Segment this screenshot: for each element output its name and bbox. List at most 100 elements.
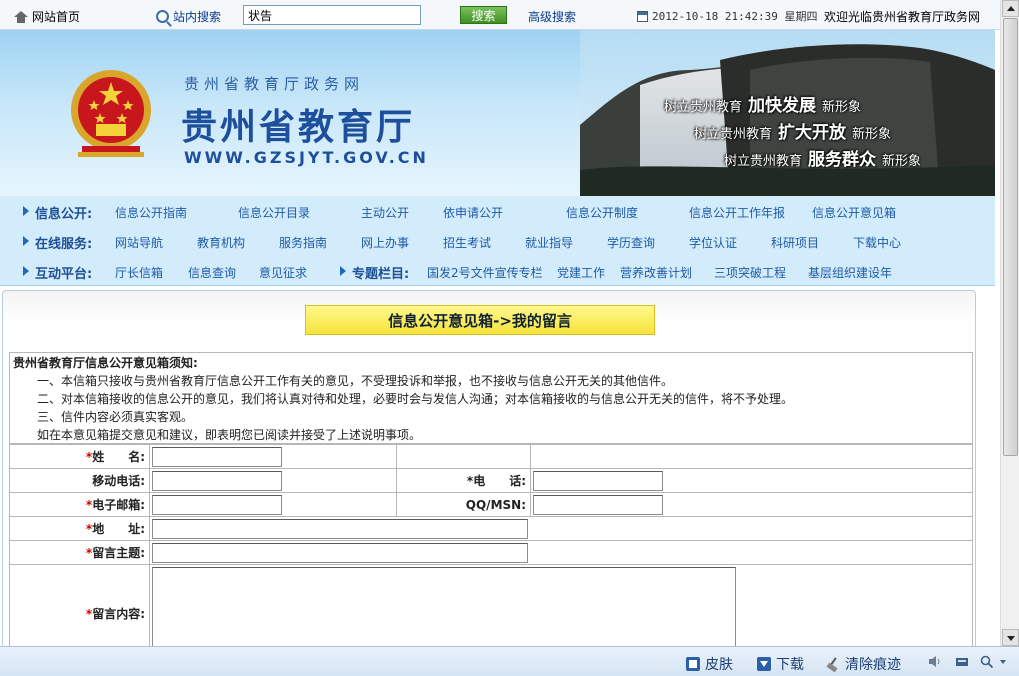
mobile-label: 移动电话:	[9, 468, 150, 493]
nav-link[interactable]: 网站导航	[115, 234, 163, 251]
nav-link[interactable]: 信息公开工作年报	[689, 204, 785, 221]
notice-box: 贵州省教育厅信息公开意见箱须知: 一、本信箱只接收与贵州省教育厅信息公开工作有关…	[9, 352, 973, 444]
speaker-icon[interactable]	[928, 655, 942, 668]
banner-subtitle: 贵州省教育厅政务网	[184, 75, 365, 93]
nav-link[interactable]: 厅长信箱	[115, 264, 163, 281]
main-content: 信息公开意见箱->我的留言 贵州省教育厅信息公开意见箱须知: 一、本信箱只接收与…	[0, 286, 1000, 663]
banner-title: 贵州省教育厅	[181, 106, 416, 148]
qq-field[interactable]	[533, 494, 663, 515]
skin-label: 皮肤	[705, 657, 733, 673]
nav-link[interactable]: 网上办事	[361, 234, 409, 251]
scroll-thumb[interactable]	[1003, 18, 1018, 456]
content-textarea[interactable]	[152, 567, 736, 649]
nav-row-online-service: 在线服务: 网站导航 教育机构 服务指南 网上办事 招生考试 就业指导 学历查询…	[0, 226, 995, 256]
form-row-mobile: 移动电话: *电 话:	[9, 468, 973, 493]
home-link[interactable]: 网站首页	[14, 8, 80, 25]
qq-label: QQ/MSN:	[396, 492, 531, 517]
download-icon	[757, 657, 771, 671]
slogan-3: 树立贵州教育 服务群众 新形象	[724, 145, 921, 170]
nav-link[interactable]: 教育机构	[197, 234, 245, 251]
address-label: *地 址:	[9, 516, 150, 541]
slogan-2: 树立贵州教育 扩大开放 新形象	[694, 118, 891, 143]
name-cell	[149, 444, 397, 469]
slogan-2-pre: 树立贵州教育	[694, 127, 773, 142]
slogan-1-bold: 加快发展	[748, 96, 817, 116]
nav-link[interactable]: 信息查询	[188, 264, 236, 281]
nav-heading-info-public: 信息公开:	[35, 207, 93, 222]
notice-line: 一、本信箱只接收与贵州省教育厅信息公开工作有关的意见，不受理投诉和举报，也不接收…	[37, 374, 674, 388]
clear-traces-button[interactable]: 清除痕迹	[826, 654, 901, 674]
home-link-label: 网站首页	[32, 10, 81, 24]
nav-link[interactable]: 基层组织建设年	[808, 264, 892, 281]
nav-link[interactable]: 科研项目	[771, 234, 819, 251]
banner-url: WWW.GZSJYT.GOV.CN	[184, 148, 429, 167]
slogan-1: 树立贵州教育 加快发展 新形象	[664, 91, 861, 116]
skin-button[interactable]: 皮肤	[686, 654, 733, 674]
slogan-3-pre: 树立贵州教育	[724, 154, 803, 169]
zoom-icon[interactable]	[980, 655, 994, 668]
search-button[interactable]: 搜索	[460, 6, 507, 24]
nav-link[interactable]: 招生考试	[443, 234, 491, 251]
email-label: *电子邮箱:	[9, 492, 150, 517]
nav-link[interactable]: 学历查询	[607, 234, 655, 251]
arrow-right-icon	[23, 236, 29, 246]
nav-link[interactable]: 意见征求	[259, 264, 307, 281]
message-panel: 信息公开意见箱->我的留言 贵州省教育厅信息公开意见箱须知: 一、本信箱只接收与…	[2, 290, 976, 663]
nav-heading-online-service: 在线服务:	[35, 237, 93, 252]
datetime-text: 2012-10-18 21:42:39 星期四	[652, 10, 818, 23]
chevron-down-icon[interactable]	[998, 655, 1008, 668]
calendar-icon	[637, 10, 648, 22]
search-input[interactable]	[243, 5, 421, 25]
email-field[interactable]	[152, 494, 282, 515]
advanced-search-link[interactable]: 高级搜索	[528, 8, 576, 25]
nav-link[interactable]: 下载中心	[853, 234, 901, 251]
nav-link[interactable]: 就业指导	[525, 234, 573, 251]
nav-link[interactable]: 学位认证	[689, 234, 737, 251]
address-label-text: 地 址:	[92, 522, 145, 536]
slogan-3-bold: 服务群众	[808, 150, 877, 170]
nav-link[interactable]: 营养改善计划	[620, 264, 692, 281]
main-navigation: 信息公开: 信息公开指南 信息公开目录 主动公开 依申请公开 信息公开制度 信息…	[0, 196, 995, 286]
slogan-2-post: 新形象	[852, 127, 892, 142]
scroll-up-arrow-icon[interactable]	[1002, 0, 1019, 17]
form-row-email: *电子邮箱: QQ/MSN:	[9, 492, 973, 517]
nav-link[interactable]: 三项突破工程	[714, 264, 786, 281]
vertical-scrollbar[interactable]	[1000, 0, 1019, 646]
nav-link[interactable]: 国发2号文件宣传专栏	[427, 264, 543, 281]
page-title: 信息公开意见箱->我的留言	[305, 305, 655, 335]
download-label: 下载	[776, 657, 804, 673]
download-button[interactable]: 下载	[757, 654, 804, 674]
top-utility-bar: 网站首页 站内搜索 搜索 高级搜索 2012-10-18 21:42:39 星期…	[0, 0, 1000, 30]
nav-link[interactable]: 主动公开	[361, 204, 409, 221]
arrow-right-icon	[23, 266, 29, 276]
subject-label: *留言主题:	[9, 540, 150, 565]
email-label-text: 电子邮箱:	[92, 498, 145, 512]
nav-link[interactable]: 信息公开意见箱	[812, 204, 896, 221]
nav-row-info-public: 信息公开: 信息公开指南 信息公开目录 主动公开 依申请公开 信息公开制度 信息…	[0, 196, 995, 226]
nav-row-interactive: 互动平台: 厅长信箱 信息查询 意见征求 专题栏目: 国发2号文件宣传专栏 党建…	[0, 256, 995, 286]
nav-link[interactable]: 信息公开指南	[115, 204, 187, 221]
arrow-right-icon	[23, 206, 29, 216]
nav-link[interactable]: 党建工作	[557, 264, 605, 281]
form-row-name: *姓 名:	[9, 444, 973, 469]
subject-field[interactable]	[152, 542, 528, 563]
address-field[interactable]	[152, 518, 528, 539]
site-search-label: 站内搜索	[156, 8, 221, 25]
empty-label-cell	[396, 444, 531, 469]
nav-link[interactable]: 依申请公开	[443, 204, 503, 221]
scroll-down-arrow-icon[interactable]	[1002, 629, 1019, 646]
skin-icon	[686, 657, 700, 671]
nav-link[interactable]: 服务指南	[279, 234, 327, 251]
nav-link[interactable]: 信息公开目录	[238, 204, 310, 221]
form-row-address: *地 址:	[9, 516, 973, 541]
name-field[interactable]	[152, 446, 282, 467]
browser-status-bar: 皮肤 下载 清除痕迹	[0, 646, 1019, 676]
national-emblem-icon	[71, 70, 151, 157]
mobile-field[interactable]	[152, 470, 282, 491]
name-label-text: 姓 名:	[92, 450, 145, 464]
notice-title: 贵州省教育厅信息公开意见箱须知:	[13, 356, 198, 370]
nav-link[interactable]: 信息公开制度	[566, 204, 638, 221]
device-icon[interactable]	[955, 655, 969, 668]
phone-field[interactable]	[533, 470, 663, 491]
qq-cell	[530, 492, 973, 517]
